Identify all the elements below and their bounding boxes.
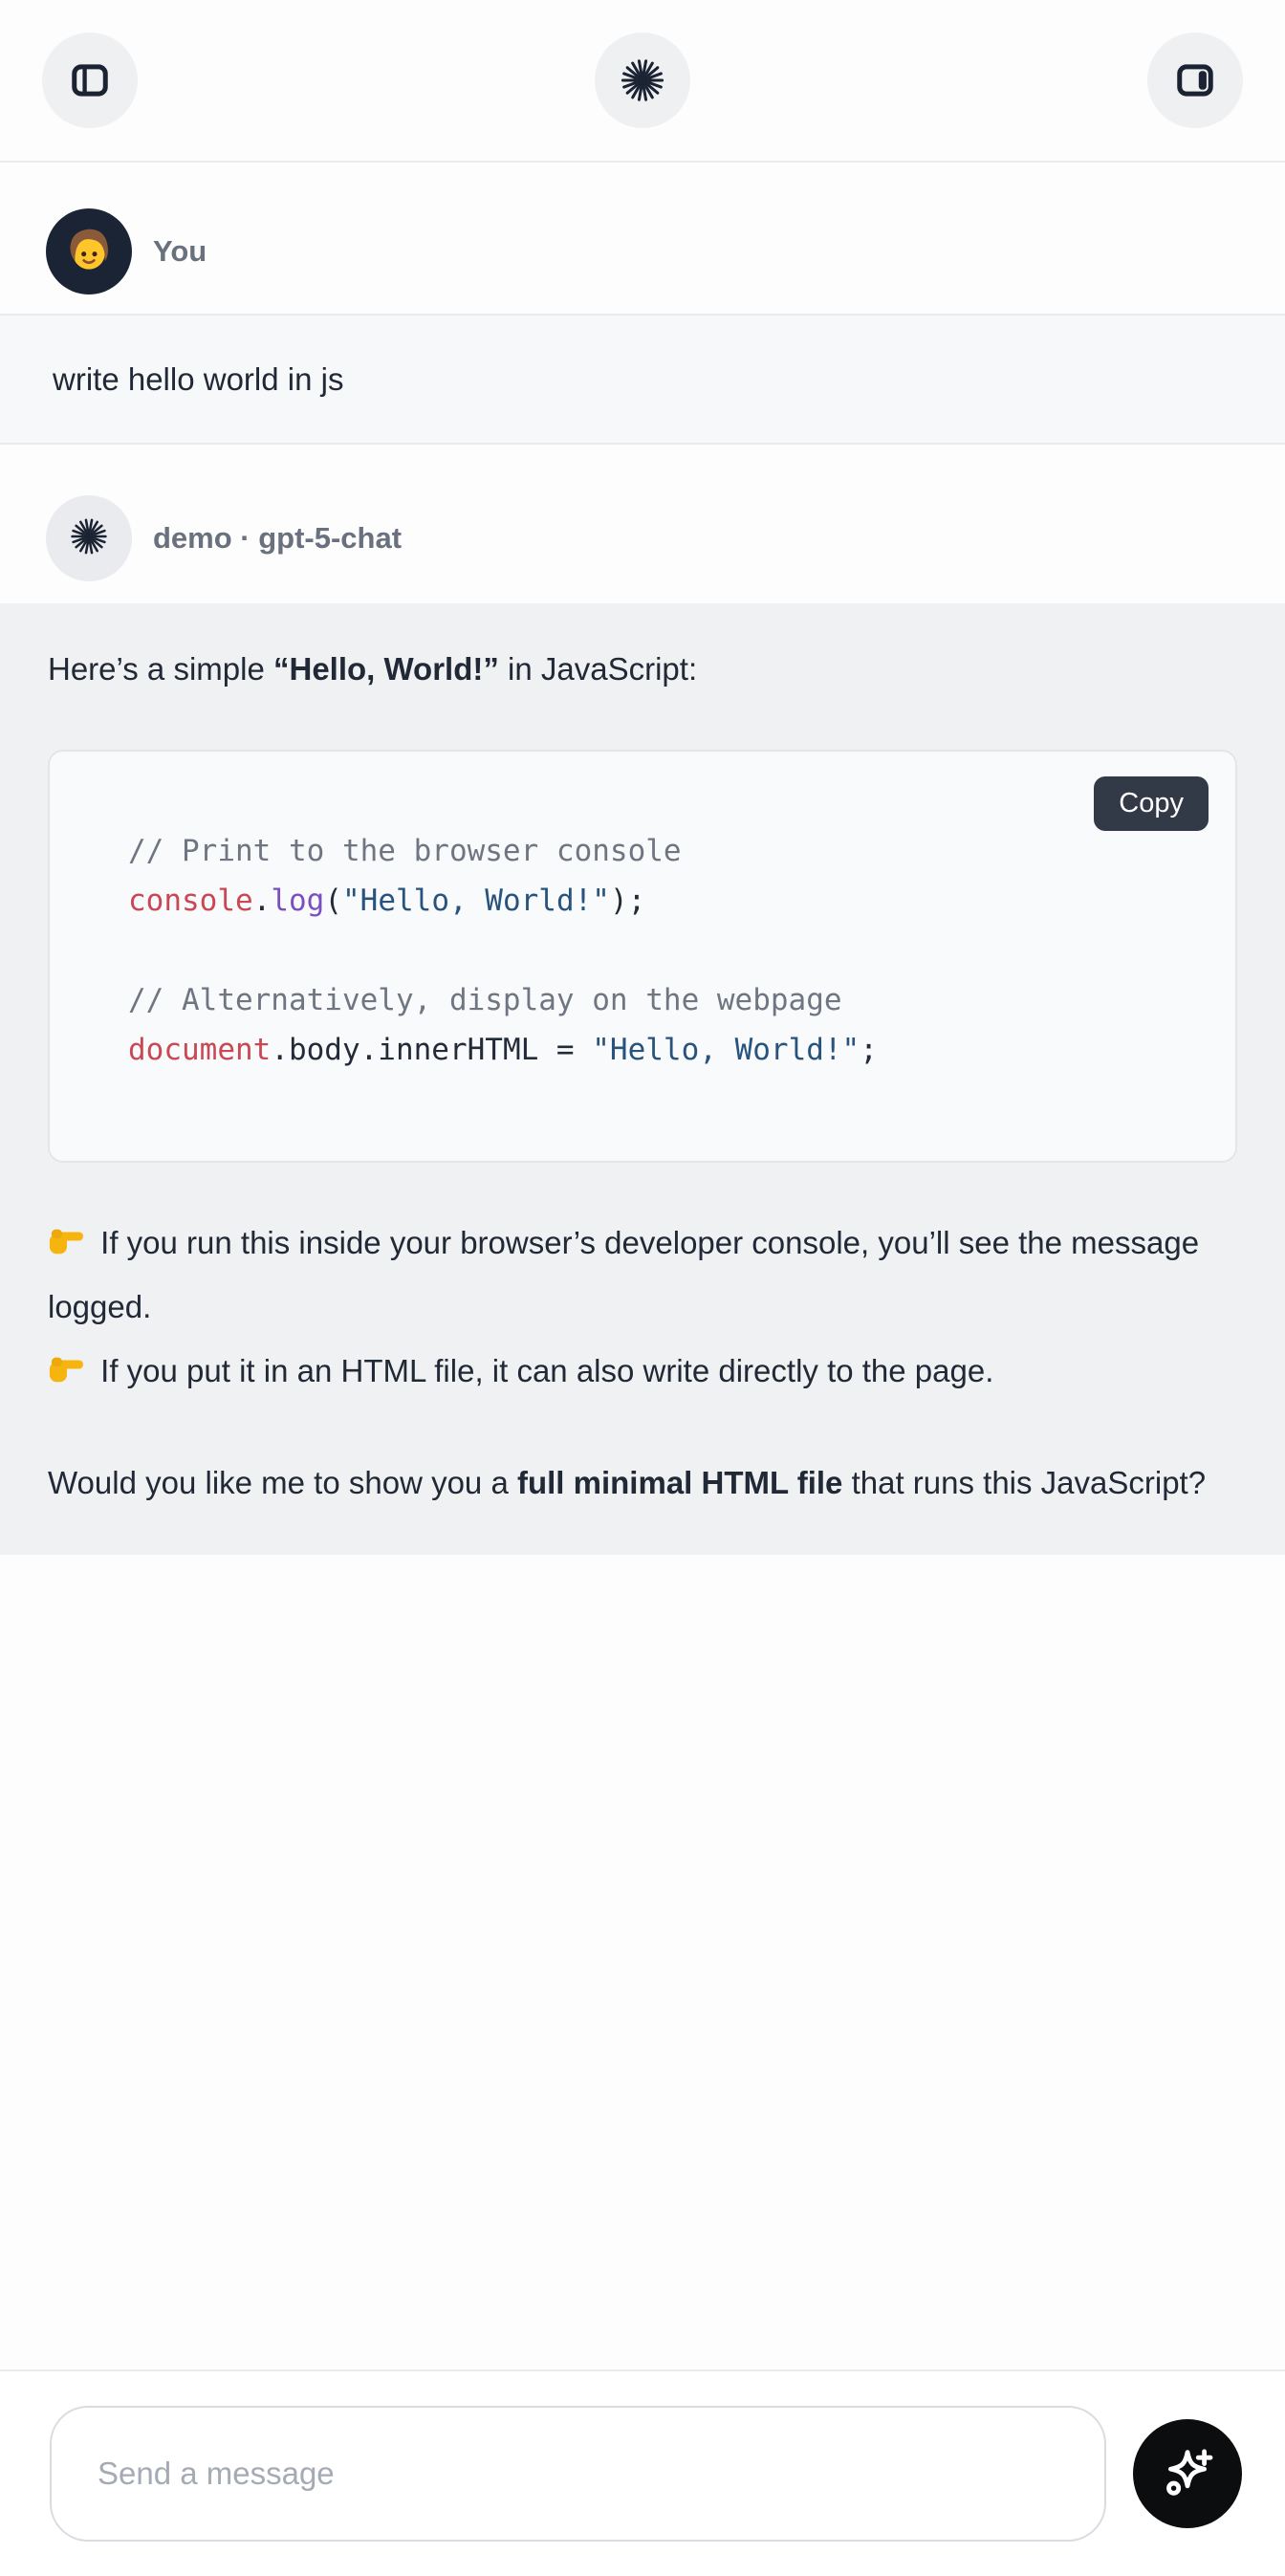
assistant-turn-header: demo · gpt-5-chat bbox=[0, 495, 1285, 581]
pointing-hand-emoji bbox=[48, 1353, 84, 1386]
send-button[interactable] bbox=[1133, 2419, 1242, 2528]
pointing-hand-emoji bbox=[48, 1225, 84, 1257]
panel-toggle-button[interactable] bbox=[1147, 33, 1243, 128]
message-input[interactable] bbox=[50, 2406, 1106, 2542]
chat-scroll-area[interactable]: You write hello world in js bbox=[0, 208, 1285, 1555]
starburst-logo-icon bbox=[618, 55, 667, 105]
person-emoji-icon bbox=[58, 219, 120, 285]
user-name: You bbox=[153, 234, 207, 269]
copy-button[interactable]: Copy bbox=[1094, 776, 1209, 831]
code-content: // Print to the browser console console.… bbox=[50, 752, 1235, 1161]
assistant-tips-text: If you run this inside your browser’s de… bbox=[48, 1211, 1237, 1403]
starburst-icon bbox=[68, 515, 110, 562]
assistant-avatar bbox=[46, 495, 132, 581]
assistant-message: Here’s a simple “Hello, World!” in JavaS… bbox=[0, 603, 1285, 1555]
sidebar-toggle-button[interactable] bbox=[42, 33, 138, 128]
assistant-intro-text: Here’s a simple “Hello, World!” in JavaS… bbox=[48, 638, 1237, 701]
model-name: demo · gpt-5-chat bbox=[153, 521, 402, 556]
sparkles-icon bbox=[1157, 2443, 1218, 2504]
top-bar bbox=[0, 0, 1285, 163]
panel-right-icon bbox=[1170, 55, 1220, 105]
user-turn-header: You bbox=[0, 208, 1285, 295]
user-avatar bbox=[46, 208, 132, 295]
code-lines: // Print to the browser console console.… bbox=[128, 834, 878, 1067]
code-block: Copy // Print to the browser console con… bbox=[48, 750, 1237, 1163]
app-logo-button[interactable] bbox=[595, 33, 690, 128]
assistant-question-text: Would you like me to show you a full min… bbox=[48, 1452, 1237, 1515]
panel-left-icon bbox=[65, 55, 115, 105]
user-message: write hello world in js bbox=[0, 314, 1285, 445]
user-message-text: write hello world in js bbox=[53, 361, 343, 398]
composer-bar bbox=[0, 2369, 1285, 2576]
